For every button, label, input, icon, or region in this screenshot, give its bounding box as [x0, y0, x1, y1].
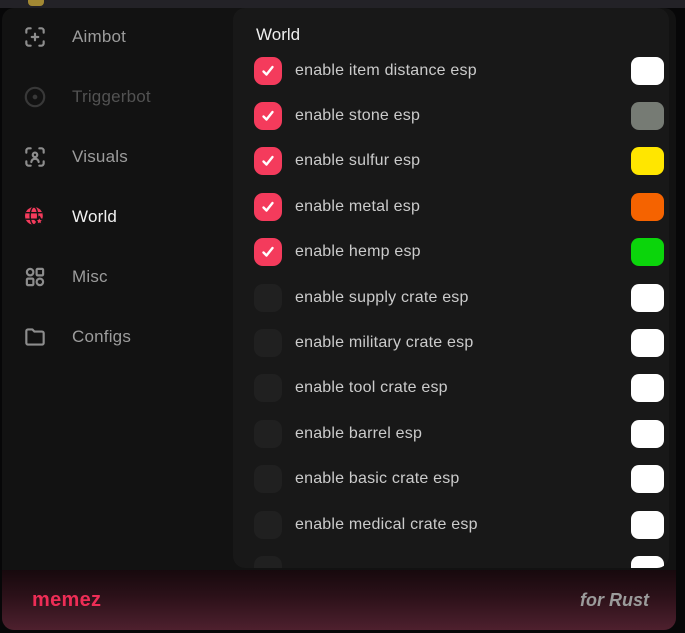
- esp-checkbox[interactable]: [254, 420, 282, 448]
- sidebar-item-world[interactable]: World: [2, 197, 233, 237]
- esp-option-row: enable basic crate esp: [233, 457, 669, 502]
- globe-star-icon: [22, 204, 48, 230]
- folder-icon: [22, 324, 48, 350]
- esp-color-swatch[interactable]: [631, 102, 664, 130]
- esp-checkbox[interactable]: [254, 147, 282, 175]
- esp-option-row: enable tool crate esp: [233, 366, 669, 411]
- world-panel: World enable item distance esp enable st…: [233, 8, 669, 568]
- esp-color-swatch[interactable]: [631, 238, 664, 266]
- esp-color-swatch[interactable]: [631, 147, 664, 175]
- sidebar-item-label: World: [72, 207, 117, 227]
- esp-checkbox[interactable]: [254, 238, 282, 266]
- esp-color-swatch[interactable]: [631, 374, 664, 402]
- esp-color-swatch[interactable]: [631, 193, 664, 221]
- esp-option-label: enable barrel esp: [295, 425, 422, 443]
- esp-option-label: enable basic crate esp: [295, 470, 460, 488]
- esp-option-label: enable stone esp: [295, 107, 420, 125]
- esp-checkbox[interactable]: [254, 284, 282, 312]
- sidebar-item-configs[interactable]: Configs: [2, 317, 233, 357]
- sidebar-item-label: Triggerbot: [72, 87, 151, 107]
- user-scan-icon: [22, 144, 48, 170]
- brand-name: memez: [32, 589, 101, 612]
- sidebar-item-aimbot[interactable]: Aimbot: [2, 17, 233, 57]
- sidebar-item-label: Aimbot: [72, 27, 126, 47]
- sidebar-item-label: Misc: [72, 267, 108, 287]
- esp-color-swatch[interactable]: [631, 556, 664, 568]
- esp-option-row: [233, 547, 669, 568]
- sidebar-item-label: Configs: [72, 327, 131, 347]
- esp-checkbox[interactable]: [254, 329, 282, 357]
- circle-dot-icon: [22, 84, 48, 110]
- grid-misc-icon: [22, 264, 48, 290]
- esp-option-label: enable hemp esp: [295, 243, 421, 261]
- cheat-menu-window: Aimbot Triggerbot Visuals World Misc: [2, 8, 676, 630]
- esp-option-row: enable metal esp: [233, 184, 669, 229]
- esp-option-row: enable supply crate esp: [233, 275, 669, 320]
- esp-checkbox[interactable]: [254, 511, 282, 539]
- esp-option-label: enable medical crate esp: [295, 516, 478, 534]
- esp-option-row: enable stone esp: [233, 93, 669, 138]
- esp-option-label: enable metal esp: [295, 198, 420, 216]
- esp-checkbox[interactable]: [254, 556, 282, 568]
- background-artifact: [28, 0, 44, 6]
- esp-options-list: enable item distance esp enable stone es…: [233, 48, 669, 568]
- esp-option-label: enable military crate esp: [295, 334, 473, 352]
- screen: Aimbot Triggerbot Visuals World Misc: [0, 0, 685, 633]
- brand-tagline: for Rust: [580, 590, 649, 611]
- esp-checkbox[interactable]: [254, 57, 282, 85]
- esp-color-swatch[interactable]: [631, 329, 664, 357]
- esp-option-row: enable medical crate esp: [233, 502, 669, 547]
- sidebar-item-visuals[interactable]: Visuals: [2, 137, 233, 177]
- esp-option-label: enable item distance esp: [295, 62, 477, 80]
- esp-color-swatch[interactable]: [631, 420, 664, 448]
- esp-option-row: enable hemp esp: [233, 230, 669, 275]
- esp-option-label: enable supply crate esp: [295, 289, 469, 307]
- esp-color-swatch[interactable]: [631, 511, 664, 539]
- esp-color-swatch[interactable]: [631, 465, 664, 493]
- esp-checkbox[interactable]: [254, 193, 282, 221]
- sidebar-item-label: Visuals: [72, 147, 128, 167]
- esp-option-row: enable sulfur esp: [233, 139, 669, 184]
- esp-color-swatch[interactable]: [631, 284, 664, 312]
- esp-checkbox[interactable]: [254, 102, 282, 130]
- scan-plus-icon: [22, 24, 48, 50]
- esp-option-label: enable tool crate esp: [295, 379, 448, 397]
- esp-color-swatch[interactable]: [631, 57, 664, 85]
- footer-bar: memez for Rust: [2, 570, 676, 630]
- sidebar: Aimbot Triggerbot Visuals World Misc: [2, 8, 233, 568]
- esp-option-row: enable military crate esp: [233, 320, 669, 365]
- esp-option-label: enable sulfur esp: [295, 152, 420, 170]
- panel-title: World: [233, 8, 669, 47]
- esp-checkbox[interactable]: [254, 374, 282, 402]
- esp-option-row: enable barrel esp: [233, 411, 669, 456]
- sidebar-item-triggerbot[interactable]: Triggerbot: [2, 77, 233, 117]
- esp-checkbox[interactable]: [254, 465, 282, 493]
- sidebar-item-misc[interactable]: Misc: [2, 257, 233, 297]
- esp-option-row: enable item distance esp: [233, 48, 669, 93]
- background-strip: [0, 0, 685, 8]
